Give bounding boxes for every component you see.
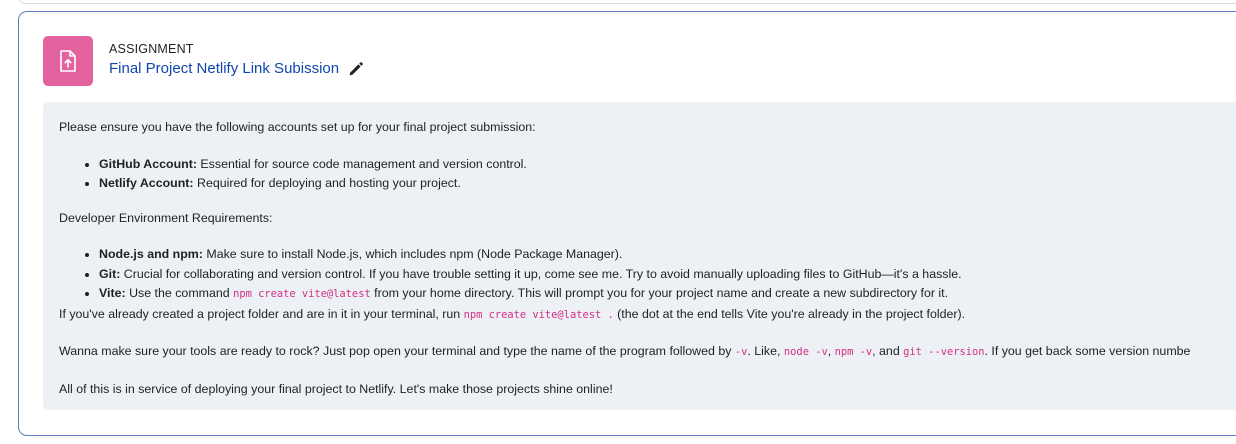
folder-note-text: If you've already created a project fold… [59,306,464,321]
previous-card-edge [18,0,1236,4]
activity-title-link[interactable]: Final Project Netlify Link Subission [109,60,339,77]
list-item-label: Netlify Account: [99,176,194,190]
pencil-icon[interactable] [348,61,364,77]
list-item-label: GitHub Account: [99,156,197,171]
requirements-list: Node.js and npm: Make sure to install No… [59,245,1236,305]
check-tools-text: Wanna make sure your tools are ready to … [59,342,1236,363]
assignment-upload-icon [43,36,93,86]
code-snippet: git --version [903,346,985,358]
text-segment: , [827,344,835,358]
list-item-text: Use the command [125,286,234,300]
list-item-label: Git: [99,266,121,281]
assignment-description: Please ensure you have the following acc… [43,102,1236,410]
code-snippet: npm create vite@latest . [463,308,614,321]
code-snippet: -v [734,346,748,358]
list-item-label: Vite: [99,286,126,300]
intro-text: Please ensure you have the following acc… [59,120,536,134]
list-item: GitHub Account: Essential for source cod… [99,155,1236,175]
code-snippet: npm -v [834,346,873,358]
list-item: Netlify Account: Required for deploying … [99,174,1236,194]
list-item-text: Required for deploying and hosting your … [193,176,461,190]
text-segment: . Like, [747,344,784,358]
list-item: Git: Crucial for collaborating and versi… [99,265,1236,285]
code-snippet: node -v [783,346,828,358]
list-item: Node.js and npm: Make sure to install No… [99,245,1236,265]
list-item-text: from your home directory. This will prom… [370,286,949,300]
list-item-text: Essential for source code management and… [196,156,527,171]
list-item-text: Make sure to install Node.js, which incl… [202,247,623,261]
code-snippet: npm create vite@latest [233,288,371,300]
activity-type-label: ASSIGNMENT [109,42,194,56]
text-segment: , and [872,344,904,358]
folder-note: If you've already created a project fold… [59,305,1236,326]
file-upload-icon [60,50,76,72]
list-item: Vite: Use the command npm create vite@la… [99,284,1236,305]
accounts-list: GitHub Account: Essential for source cod… [59,155,1236,194]
activity-title-row: Final Project Netlify Link Subission [109,60,364,77]
folder-note-text: (the dot at the end tells Vite you're al… [613,306,966,321]
text-segment: . If you get back some version numbe [984,344,1191,358]
list-item-label: Node.js and npm: [99,247,203,261]
list-item-text: Crucial for collaborating and version co… [120,266,962,281]
text-segment: Wanna make sure your tools are ready to … [59,344,735,358]
env-heading: Developer Environment Requirements: [59,210,273,225]
closing-text: All of this is in service of deploying y… [59,381,613,396]
